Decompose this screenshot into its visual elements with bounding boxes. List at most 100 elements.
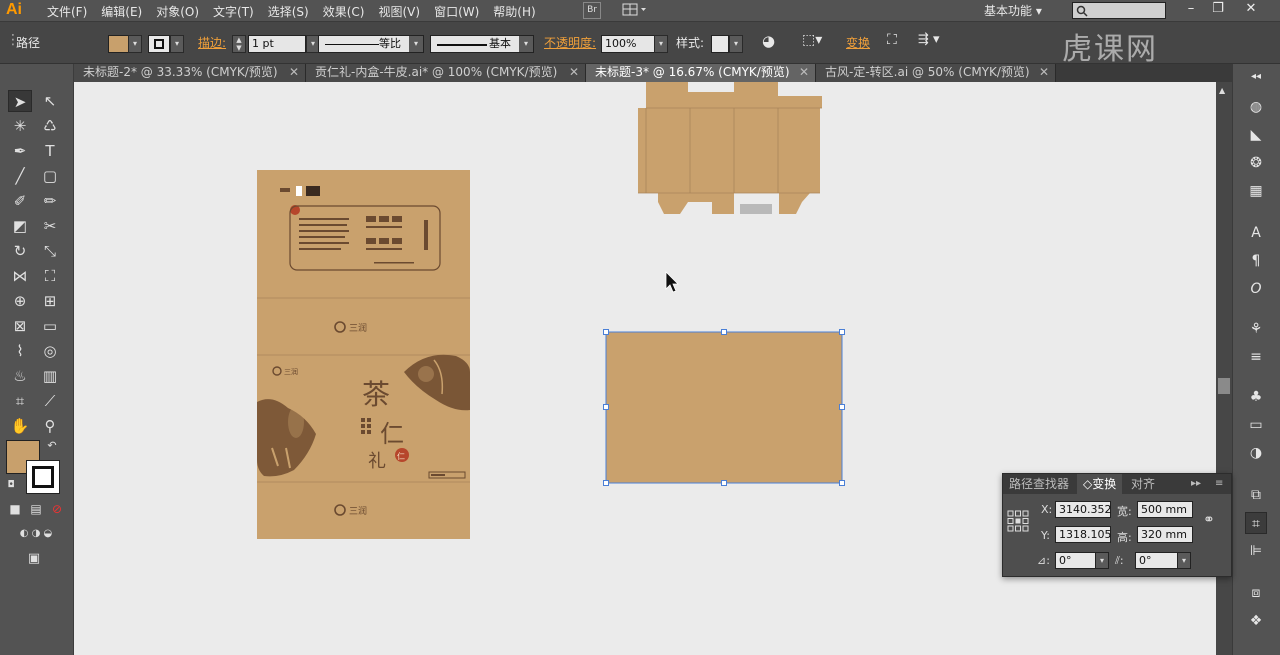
- brush-definition[interactable]: 基本 ▾: [430, 35, 534, 53]
- zoom-tool-icon[interactable]: ⚲: [38, 415, 62, 437]
- menu-file[interactable]: 文件(F): [40, 3, 94, 20]
- symbol-sprayer-icon[interactable]: ♨: [8, 365, 32, 387]
- panel-menu-icon[interactable]: ≡: [1209, 474, 1229, 494]
- tab-untitled-2[interactable]: 未标题-2* @ 33.33% (CMYK/预览) ✕: [74, 64, 306, 82]
- artboards-icon[interactable]: ❖: [1245, 610, 1267, 632]
- opentype-icon[interactable]: O: [1245, 278, 1267, 300]
- drawing-modes-icon[interactable]: ◐ ◑ ◒: [6, 526, 66, 542]
- paintbrush-tool-icon[interactable]: ✐: [8, 190, 32, 212]
- selected-rectangle[interactable]: [603, 329, 845, 486]
- swap-colors-icon[interactable]: ↶: [44, 438, 60, 454]
- tab-transform[interactable]: ◇变换: [1077, 474, 1123, 494]
- type-tool-icon[interactable]: T: [38, 140, 62, 162]
- slice-tool-icon[interactable]: ⟋: [38, 390, 62, 412]
- scroll-thumb[interactable]: [1218, 378, 1230, 394]
- color-panel-icon[interactable]: ◣: [1245, 124, 1267, 146]
- variable-width-profile[interactable]: 等比 ▾: [318, 35, 424, 53]
- default-colors-icon[interactable]: ◘: [4, 478, 18, 492]
- pencil-tool-icon[interactable]: ✏: [38, 190, 62, 212]
- blob-brush-icon[interactable]: ◩: [8, 215, 32, 237]
- menu-select[interactable]: 选择(S): [261, 3, 316, 20]
- transform-label[interactable]: 变换: [846, 34, 870, 51]
- width-tool-icon[interactable]: ⋈: [8, 265, 32, 287]
- opacity-dropdown[interactable]: ▾: [654, 35, 668, 53]
- pathfinder-icon[interactable]: ⧉: [1245, 484, 1267, 506]
- gradient-tool-icon[interactable]: ▭: [38, 315, 62, 337]
- appearance-icon[interactable]: ❂: [1245, 152, 1267, 174]
- artboard-tool-icon[interactable]: ⌗: [8, 390, 32, 412]
- tab-close-icon[interactable]: ✕: [799, 64, 809, 81]
- y-input[interactable]: 1318.105: [1055, 526, 1112, 543]
- color-guide-icon[interactable]: ◍: [1245, 96, 1267, 118]
- shear-input[interactable]: 0°: [1135, 552, 1183, 569]
- tab-gongrenli[interactable]: 贡仁礼-内盒-牛皮.ai* @ 100% (CMYK/预览) ✕: [306, 64, 586, 82]
- blend-tool-icon[interactable]: ◎: [38, 340, 62, 362]
- screen-mode-icon[interactable]: ▣: [22, 550, 46, 568]
- stroke-weight-input[interactable]: 1 pt: [248, 35, 306, 53]
- character-icon[interactable]: A: [1245, 222, 1267, 244]
- x-input[interactable]: 3140.352: [1055, 501, 1112, 518]
- height-input[interactable]: 320 mm: [1137, 526, 1193, 543]
- symbols-icon[interactable]: ♣: [1245, 386, 1267, 408]
- menu-object[interactable]: 对象(O): [149, 3, 206, 20]
- width-input[interactable]: 500 mm: [1137, 501, 1193, 518]
- shape-builder-icon[interactable]: ⊕: [8, 290, 32, 312]
- isolate-icon[interactable]: ⛶: [887, 32, 897, 48]
- search-input[interactable]: [1072, 2, 1166, 19]
- menu-view[interactable]: 视图(V): [371, 3, 427, 20]
- collapse-dock-icon[interactable]: ◂◂: [1245, 66, 1267, 88]
- selection-tool-icon[interactable]: ➤: [8, 90, 32, 112]
- transform-panel-icon[interactable]: ⌗: [1245, 512, 1267, 534]
- style-swatch[interactable]: [711, 35, 729, 53]
- swatches-icon[interactable]: ▦: [1245, 180, 1267, 202]
- stroke-weight-stepper[interactable]: ▲ ▼: [232, 35, 246, 53]
- stroke-color-swatch[interactable]: [148, 35, 170, 53]
- scroll-up-icon[interactable]: ▲: [1219, 86, 1225, 95]
- style-dropdown[interactable]: ▾: [729, 35, 743, 53]
- gradient-mode-icon[interactable]: ▤: [27, 500, 45, 518]
- panel-collapse-icon[interactable]: ▸▸: [1185, 474, 1207, 494]
- menu-window[interactable]: 窗口(W): [427, 3, 486, 20]
- perspective-grid-icon[interactable]: ⊞: [38, 290, 62, 312]
- brushes-icon[interactable]: ⚘: [1245, 318, 1267, 340]
- workspace-switcher[interactable]: 基本功能 ▾: [984, 2, 1042, 19]
- align-panel-icon[interactable]: ⊫: [1245, 540, 1267, 562]
- mesh-tool-icon[interactable]: ⊠: [8, 315, 32, 337]
- reference-point-icon[interactable]: [1007, 510, 1029, 535]
- color-mode-icon[interactable]: ■: [6, 500, 24, 518]
- package-front-artwork[interactable]: 三润 三润 三润 茶 仁 礼 仁: [257, 170, 470, 539]
- tab-close-icon[interactable]: ✕: [569, 64, 579, 81]
- stroke-label[interactable]: 描边:: [198, 34, 226, 51]
- menu-type[interactable]: 文字(T): [206, 3, 261, 20]
- rotate-dropdown[interactable]: ▾: [1095, 552, 1109, 569]
- gradient-panel-icon[interactable]: ▭: [1245, 414, 1267, 436]
- profile-dropdown[interactable]: ▾: [409, 36, 423, 52]
- tab-close-icon[interactable]: ✕: [1039, 64, 1049, 81]
- hand-tool-icon[interactable]: ✋: [8, 415, 32, 437]
- recolor-artwork-icon[interactable]: ◕: [762, 32, 775, 50]
- tab-pathfinder[interactable]: 路径查找器: [1003, 474, 1075, 494]
- brush-dropdown[interactable]: ▾: [519, 36, 533, 52]
- align-to-selection-icon[interactable]: ⬚▾: [802, 32, 822, 48]
- tab-close-icon[interactable]: ✕: [289, 64, 299, 81]
- line-tool-icon[interactable]: ╱: [8, 165, 32, 187]
- constrain-proportions-icon[interactable]: ⚭: [1203, 512, 1215, 528]
- stroke-dropdown[interactable]: ▾: [170, 35, 184, 53]
- rectangle-tool-icon[interactable]: ▢: [38, 165, 62, 187]
- stroke-color-box[interactable]: [26, 460, 60, 494]
- minimize-button[interactable]: –: [1180, 0, 1202, 20]
- lasso-tool-icon[interactable]: ♺: [38, 115, 62, 137]
- magic-wand-icon[interactable]: ✳: [8, 115, 32, 137]
- arrange-documents-icon[interactable]: [621, 2, 649, 19]
- eyedropper-tool-icon[interactable]: ⌇: [8, 340, 32, 362]
- shear-dropdown[interactable]: ▾: [1177, 552, 1191, 569]
- fill-dropdown[interactable]: ▾: [128, 35, 142, 53]
- none-mode-icon[interactable]: ⊘: [48, 500, 66, 518]
- bridge-button[interactable]: Br: [583, 2, 601, 19]
- opacity-label[interactable]: 不透明度:: [544, 34, 596, 51]
- column-graph-icon[interactable]: ▥: [38, 365, 62, 387]
- menu-effect[interactable]: 效果(C): [316, 3, 372, 20]
- free-transform-icon[interactable]: ⛶: [38, 265, 62, 287]
- transparency-icon[interactable]: ◑: [1245, 442, 1267, 464]
- maximize-button[interactable]: ❐: [1207, 0, 1229, 20]
